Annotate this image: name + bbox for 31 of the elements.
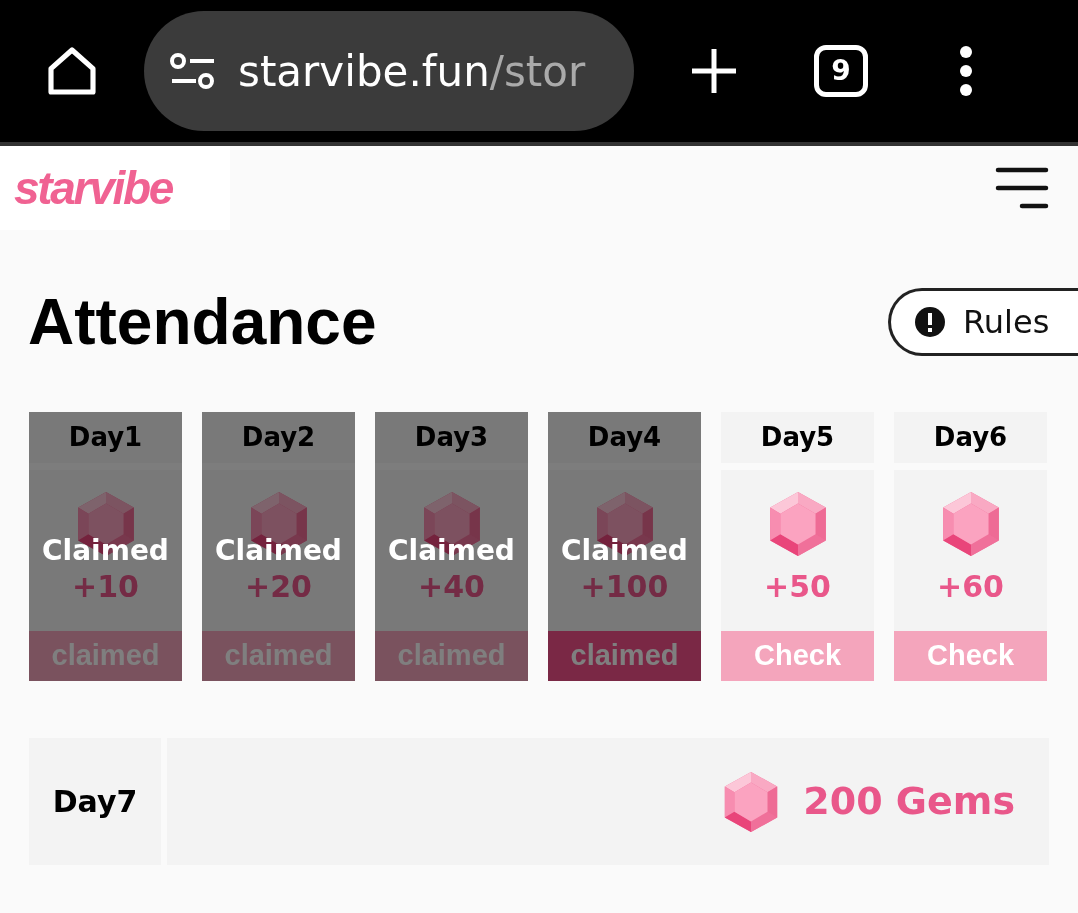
page-title: Attendance: [28, 290, 377, 354]
info-icon: [915, 307, 945, 337]
url-text: starvibe.fun/stor: [238, 45, 586, 98]
claimed-label: Claimed: [41, 533, 170, 569]
amount-text: +40: [418, 568, 485, 606]
day-header: Day2: [202, 412, 355, 463]
day-header: Day1: [29, 412, 182, 463]
claimed-label: Claimed: [214, 533, 343, 569]
address-bar[interactable]: starvibe.fun/stor: [144, 11, 634, 131]
claimed-label: Claimed: [387, 533, 516, 569]
claimed-label: Claimed: [560, 533, 689, 569]
tune-icon[interactable]: [170, 51, 216, 91]
day-header: Day5: [721, 412, 874, 463]
rules-button[interactable]: Rules: [888, 288, 1078, 356]
claim-button[interactable]: Check: [894, 631, 1047, 681]
day-label: Day7: [29, 738, 161, 865]
tab-count[interactable]: 9: [814, 45, 868, 97]
day-header: Day6: [894, 412, 1047, 463]
day-header: Day4: [548, 412, 701, 463]
amount-text: +60: [937, 568, 1004, 606]
amount-text: +50: [764, 568, 831, 606]
more-icon[interactable]: [958, 45, 974, 97]
amount-text: +20: [245, 568, 312, 606]
amount-text: +100: [580, 568, 669, 606]
amount-text: +10: [72, 568, 139, 606]
claim-button[interactable]: Check: [721, 631, 874, 681]
new-tab-icon[interactable]: [690, 47, 738, 95]
menu-icon[interactable]: [994, 167, 1050, 209]
day-header: Day3: [375, 412, 528, 463]
claim-button[interactable]: claimed: [548, 631, 701, 681]
reward-text: 200 Gems: [803, 778, 1015, 825]
